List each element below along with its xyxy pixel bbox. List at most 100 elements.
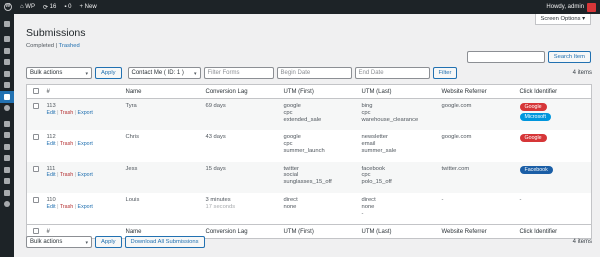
row-id: 111 xyxy=(46,165,56,172)
column-header-click-identifier[interactable]: Click Identifier xyxy=(516,84,592,99)
row-referrer: google.com xyxy=(441,134,472,140)
bulk-actions-select-bottom[interactable]: Bulk actions ▾ xyxy=(26,236,92,248)
trash-link[interactable]: Trash xyxy=(60,172,73,178)
profile-icon[interactable] xyxy=(0,103,14,115)
admin-sidebar xyxy=(0,14,14,257)
select-all-checkbox-footer[interactable] xyxy=(33,227,39,234)
export-link[interactable]: Export xyxy=(78,110,93,116)
layout-icon[interactable] xyxy=(0,187,14,199)
row-checkbox[interactable] xyxy=(33,165,39,172)
row-utm-last: newsletter email summer_sale xyxy=(361,134,397,154)
extensions-icon[interactable] xyxy=(0,176,14,188)
status-filter-links: Completed | Trashed xyxy=(26,43,80,49)
row-lag: 15 days xyxy=(205,165,226,172)
row-name: Tyra xyxy=(125,103,137,109)
row-actions: Edit | Trash | Export xyxy=(46,140,93,147)
column-header-id[interactable]: # xyxy=(43,84,123,99)
export-link[interactable]: Export xyxy=(78,204,93,210)
row-actions: Edit | Trash | Export xyxy=(46,203,93,210)
filter-completed[interactable]: Completed xyxy=(26,43,54,49)
admin-bar: ⌂ WP ⟳ 16 ▪ 0 + New Howdy, admin xyxy=(0,0,600,14)
media-icon[interactable] xyxy=(0,45,14,57)
row-lag: 3 minutes xyxy=(205,197,231,203)
posts-icon[interactable] xyxy=(0,34,14,46)
site-name-link[interactable]: ⌂ WP xyxy=(16,0,39,14)
row-checkbox[interactable] xyxy=(33,197,39,203)
row-utm-first: google cpc summer_launch xyxy=(283,134,325,154)
filter-trashed[interactable]: Trashed xyxy=(59,43,80,49)
search-box: Search Item xyxy=(466,51,591,63)
forms-icon[interactable] xyxy=(0,80,14,92)
table-row: 111 Edit | Trash | Export Jess 15 days t… xyxy=(26,161,592,194)
edit-link[interactable]: Edit xyxy=(47,141,56,147)
submissions-table: # Name Conversion Lag UTM (First) UTM (L… xyxy=(26,84,592,239)
tablenav-bottom: Bulk actions ▾ Apply Download All Submiss… xyxy=(26,236,592,248)
users-icon[interactable] xyxy=(0,141,14,153)
export-link[interactable]: Export xyxy=(78,172,93,178)
tools-icon[interactable] xyxy=(0,153,14,165)
appearance-icon[interactable] xyxy=(0,118,14,130)
edit-link[interactable]: Edit xyxy=(47,204,56,210)
column-header-website-referrer[interactable]: Website Referrer xyxy=(438,84,517,99)
form-select[interactable]: Contact Me ( ID: 1 ) ▾ xyxy=(127,67,201,79)
facebook-badge: Facebook xyxy=(519,165,553,174)
updates-icon: ⟳ xyxy=(42,4,50,11)
trash-link[interactable]: Trash xyxy=(60,110,73,116)
google-badge: Google xyxy=(519,134,547,142)
trash-link[interactable]: Trash xyxy=(60,141,73,147)
new-content-link[interactable]: + New xyxy=(76,0,101,14)
filter-forms-input[interactable]: Filter Forms xyxy=(203,67,274,79)
search-input[interactable] xyxy=(466,51,545,63)
apply-button-top[interactable]: Apply xyxy=(95,67,122,79)
collapse-menu-icon[interactable] xyxy=(0,199,14,211)
table-row: 110 Edit | Trash | Export Louis 3 minute… xyxy=(27,193,592,225)
row-click-identifiers: Google Microsoft xyxy=(517,99,592,131)
row-name: Jess xyxy=(125,165,138,172)
search-button[interactable]: Search Item xyxy=(547,51,591,63)
row-name: Louis xyxy=(125,197,140,203)
column-header-name[interactable]: Name xyxy=(122,84,203,99)
row-referrer: - xyxy=(441,197,444,203)
row-utm-last: facebook cpc polo_15_off xyxy=(361,165,392,186)
table-row: 113 Edit | Trash | Export Tyra 69 days g… xyxy=(26,98,592,131)
bulk-actions-select-top[interactable]: Bulk actions ▾ xyxy=(26,67,92,79)
row-actions: Edit | Trash | Export xyxy=(46,172,93,179)
row-id: 113 xyxy=(46,103,56,109)
updates-link[interactable]: ⟳ 16 xyxy=(39,0,60,14)
account-menu[interactable]: Howdy, admin xyxy=(542,0,600,14)
begin-date-input[interactable]: Begin Date xyxy=(276,67,352,79)
wp-logo-menu[interactable] xyxy=(0,0,16,14)
row-utm-last: direct none - xyxy=(361,197,376,217)
edit-link[interactable]: Edit xyxy=(47,172,56,178)
filter-button[interactable]: Filter xyxy=(432,67,458,79)
trash-link[interactable]: Trash xyxy=(60,204,73,210)
row-checkbox[interactable] xyxy=(33,134,39,140)
column-header-conversion-lag[interactable]: Conversion Lag xyxy=(202,84,281,99)
tablenav-top: Bulk actions ▾ Apply Contact Me ( ID: 1 )… xyxy=(26,67,592,79)
row-name: Chris xyxy=(125,134,140,140)
row-lag: 69 days xyxy=(205,103,226,109)
apply-button-bottom[interactable]: Apply xyxy=(95,236,122,248)
row-checkbox[interactable] xyxy=(33,103,39,109)
submissions-icon[interactable] xyxy=(0,91,14,103)
row-referrer: twitter.com xyxy=(441,165,470,172)
select-all-checkbox[interactable] xyxy=(33,87,39,94)
screen-options-button[interactable]: Screen Options ▾ xyxy=(534,14,591,25)
settings-icon[interactable] xyxy=(0,164,14,176)
wordpress-logo-icon xyxy=(4,3,12,11)
plugins-icon[interactable] xyxy=(0,130,14,142)
dashboard-icon[interactable] xyxy=(0,18,14,30)
row-id: 110 xyxy=(46,197,56,203)
column-header-utm-first[interactable]: UTM (First) xyxy=(280,84,359,99)
row-click-identifiers: Facebook xyxy=(517,162,592,194)
row-utm-first: google cpc extended_sale xyxy=(283,103,322,123)
comments-menu-icon[interactable] xyxy=(0,68,14,80)
end-date-input[interactable]: End Date xyxy=(354,67,430,79)
edit-link[interactable]: Edit xyxy=(47,110,56,116)
download-all-button[interactable]: Download All Submissions xyxy=(124,236,205,248)
comments-link[interactable]: ▪ 0 xyxy=(60,0,75,14)
column-header-utm-last[interactable]: UTM (Last) xyxy=(358,84,439,99)
microsoft-badge: Microsoft xyxy=(519,113,551,121)
export-link[interactable]: Export xyxy=(78,141,93,147)
pages-icon[interactable] xyxy=(0,57,14,69)
